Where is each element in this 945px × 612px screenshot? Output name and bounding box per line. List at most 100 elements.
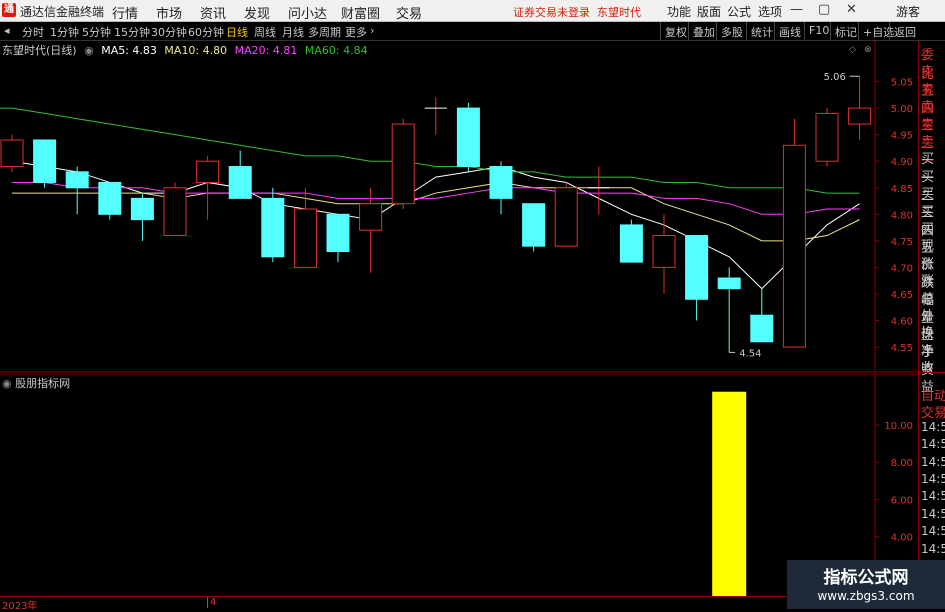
- candle-body: [261, 197, 285, 258]
- menu-shichang[interactable]: 市场: [156, 3, 182, 22]
- minimize-icon[interactable]: —: [790, 2, 803, 17]
- sub-y-tick-label: 8.00: [891, 458, 913, 469]
- period-daily[interactable]: 日线: [226, 24, 248, 40]
- candle: [228, 150, 252, 199]
- btn-diejia[interactable]: 叠加: [688, 22, 719, 40]
- period-multi[interactable]: 多周期: [308, 24, 341, 40]
- candle: [98, 181, 122, 220]
- indicator-chart[interactable]: 2.004.006.008.0010.00: [0, 374, 918, 596]
- ma60-label: MA60: 4.84: [304, 44, 368, 57]
- btn-f10[interactable]: F10: [804, 22, 833, 40]
- menu-gongneng[interactable]: 功能: [667, 3, 691, 20]
- candle-body: [391, 123, 415, 205]
- ma5-label: MA5: 4.83: [101, 44, 157, 57]
- candle: [65, 166, 89, 215]
- btn-fuquan[interactable]: 复权: [660, 22, 691, 40]
- candle: [554, 182, 578, 247]
- btn-tongji[interactable]: 统计: [746, 22, 777, 40]
- trade-time: 14:56: [921, 524, 945, 539]
- period-15min[interactable]: 15分钟: [114, 24, 150, 40]
- sub-y-tick-label: 4.00: [891, 532, 913, 543]
- period-more[interactable]: 更多: [345, 24, 367, 40]
- menu-gongshi[interactable]: 公式: [727, 3, 751, 20]
- app-logo-icon: 通: [2, 3, 16, 17]
- candle-body: [359, 203, 383, 231]
- btn-biaoji[interactable]: 标记: [830, 22, 861, 40]
- panel-tab[interactable]: 交易: [921, 402, 945, 421]
- menu-faxian[interactable]: 发现: [244, 3, 270, 22]
- candle-body: [33, 139, 57, 183]
- trade-time: 14:56: [921, 489, 945, 504]
- menu-hangqing[interactable]: 行情: [112, 3, 138, 22]
- candle: [130, 193, 154, 241]
- period-1min[interactable]: 1分钟: [50, 24, 79, 40]
- user-guest[interactable]: 游客: [896, 3, 920, 20]
- candle-body: [98, 181, 122, 215]
- candle: [391, 118, 415, 209]
- y-tick-label: 4.55: [891, 343, 913, 354]
- candle-body: [130, 197, 154, 221]
- annotation-label: 4.54: [739, 348, 761, 359]
- period-60min[interactable]: 60分钟: [188, 24, 224, 40]
- candle: [717, 267, 741, 353]
- candle-body: [619, 224, 643, 263]
- panel-tab[interactable]: 自动: [921, 385, 945, 404]
- candle-body: [522, 203, 546, 247]
- candle: [652, 214, 676, 294]
- menu-wenxiaoda[interactable]: 问小达: [288, 3, 327, 22]
- candle-body: [782, 144, 806, 348]
- period-fenshi[interactable]: 分时: [22, 24, 44, 40]
- month-label: 4: [207, 597, 216, 608]
- ma-toggle-icon[interactable]: ◉: [84, 44, 94, 57]
- candle: [685, 235, 709, 321]
- y-tick-label: 4.75: [891, 237, 913, 248]
- btn-huaxian[interactable]: 画线: [774, 22, 805, 40]
- more-chevron-icon[interactable]: ›: [370, 24, 374, 37]
- ma10-label: MA10: 4.80: [164, 44, 228, 57]
- period-30min[interactable]: 30分钟: [151, 24, 187, 40]
- period-5min[interactable]: 5分钟: [82, 24, 111, 40]
- site-watermark: 指标公式网 www.zbgs3.com: [787, 560, 945, 609]
- period-monthly[interactable]: 月线: [282, 24, 304, 40]
- back-arrow-icon[interactable]: ◂: [4, 24, 10, 37]
- menu-zixun[interactable]: 资讯: [200, 3, 226, 22]
- candle: [424, 97, 447, 135]
- candle: [587, 166, 610, 215]
- watermark-title: 指标公式网: [823, 568, 909, 588]
- candle: [326, 213, 350, 263]
- y-tick-label: 4.65: [891, 290, 913, 301]
- candle: [619, 219, 643, 263]
- candle: [196, 155, 220, 220]
- trade-login-notice[interactable]: 证券交易未登录 东望时代: [513, 4, 641, 20]
- candle-body: [196, 160, 220, 183]
- candle: [489, 161, 513, 215]
- candle: [163, 182, 187, 237]
- btn-fanhui[interactable]: 返回: [889, 22, 920, 40]
- maximize-icon[interactable]: ▢: [818, 2, 830, 17]
- trade-time: 14:56: [921, 437, 945, 452]
- candle: [0, 134, 24, 172]
- ma20-label: MA20: 4.81: [234, 44, 298, 57]
- y-tick-label: 5.05: [891, 78, 913, 89]
- menu-jiaoyi[interactable]: 交易: [396, 3, 422, 22]
- period-weekly[interactable]: 周线: [254, 24, 276, 40]
- candle-body: [489, 166, 513, 199]
- candle-body: [717, 277, 741, 290]
- candle-body: [456, 107, 480, 168]
- period-toolbar: ◂ 分时 1分钟 5分钟 15分钟 30分钟 60分钟 日线 周线 月线 多周期…: [0, 22, 945, 41]
- close-icon[interactable]: ✕: [846, 2, 857, 17]
- menu-caifuquan[interactable]: 财富圈: [341, 3, 380, 22]
- y-tick-label: 4.90: [891, 157, 913, 168]
- time-axis: 2023年 4: [0, 596, 790, 612]
- indicator-title: ◉ 股朋指标网: [2, 377, 71, 390]
- candle: [782, 118, 806, 348]
- trade-time: 14:56: [921, 454, 945, 469]
- menu-banmian[interactable]: 版面: [697, 3, 721, 20]
- y-tick-label: 4.95: [891, 131, 913, 142]
- btn-duogu[interactable]: 多股: [716, 22, 747, 40]
- menu-xuanxiang[interactable]: 选项: [758, 3, 782, 20]
- candle: [522, 203, 546, 252]
- trade-time: 14:56: [921, 472, 945, 486]
- ma-line-ma5: [11, 160, 860, 290]
- candlestick-chart[interactable]: 4.55 4.60 4.65 4.70 4.75 4.80 4.85 4.90 4.95 5.00…: [0, 41, 918, 373]
